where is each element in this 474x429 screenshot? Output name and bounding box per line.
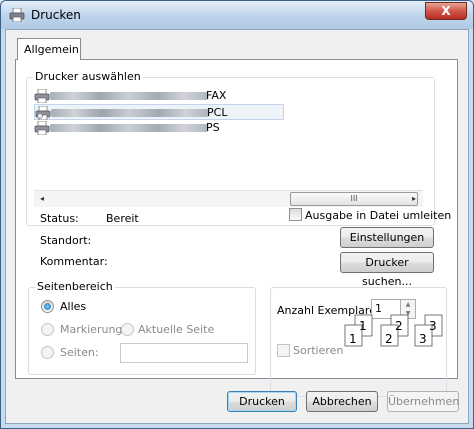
- collate-page-num: 2: [385, 332, 393, 346]
- status-value: Bereit: [106, 212, 139, 225]
- printer-icon: [35, 106, 51, 120]
- radio-current-page-label[interactable]: Aktuelle Seite: [138, 323, 214, 336]
- tab-general-label: Allgemein: [24, 43, 79, 56]
- printer-icon: [9, 8, 25, 22]
- scroll-right-icon[interactable]: ▸: [406, 191, 422, 207]
- printer-name-redacted: [50, 124, 208, 132]
- printer-name-suffix: PCL: [207, 106, 228, 119]
- radio-current-page[interactable]: [121, 323, 134, 336]
- radio-all-label[interactable]: Alles: [60, 300, 86, 313]
- collate-pages-icon: 1 1 2 2 3 3: [344, 314, 443, 347]
- printer-item-ps[interactable]: PS: [34, 120, 284, 136]
- collate-page-num: 3: [429, 319, 437, 333]
- window-title: Drucken: [31, 8, 81, 22]
- collate-checkbox[interactable]: [277, 344, 290, 357]
- collate-page-num: 3: [419, 332, 427, 346]
- dialog-body: Allgemein Drucker auswählen FAX PCL PS ◂…: [5, 29, 469, 424]
- radio-selection[interactable]: [41, 323, 54, 336]
- comment-label: Kommentar:: [40, 255, 108, 268]
- printer-item-pcl[interactable]: PCL: [34, 104, 284, 120]
- page-range-group-label: Seitenbereich: [35, 280, 115, 293]
- spin-up-icon[interactable]: ▲: [401, 300, 415, 309]
- radio-selection-label[interactable]: Markierung: [60, 323, 122, 336]
- title-bar[interactable]: Drucken: [1, 1, 473, 29]
- print-to-file-label[interactable]: Ausgabe in Datei umleiten: [305, 209, 451, 222]
- printer-select-group-label: Drucker auswählen: [33, 70, 143, 83]
- location-label: Standort:: [40, 234, 92, 247]
- radio-pages-label[interactable]: Seiten:: [60, 346, 99, 359]
- status-label: Status:: [40, 212, 79, 225]
- close-button[interactable]: X: [425, 2, 467, 20]
- radio-all[interactable]: [41, 300, 54, 313]
- close-icon: X: [441, 4, 451, 18]
- collate-page-num: 1: [359, 319, 367, 333]
- print-dialog-window: Drucken X Allgemein Drucker auswählen FA…: [0, 0, 474, 429]
- pages-input[interactable]: [120, 343, 248, 363]
- apply-button[interactable]: Übernehmen: [387, 391, 459, 412]
- printer-name-redacted: [50, 92, 208, 100]
- collate-label: Sortieren: [293, 344, 344, 357]
- printer-select-group: Drucker auswählen FAX PCL PS ◂ III ▸: [26, 70, 435, 226]
- collate-page-num: 2: [395, 319, 403, 333]
- cancel-button[interactable]: Abbrechen: [306, 391, 378, 412]
- printer-name-suffix: FAX: [206, 89, 227, 102]
- collate-page-num: 1: [349, 332, 357, 346]
- page-range-group: Seitenbereich Alles Markierung Aktuelle …: [28, 280, 256, 375]
- tab-general[interactable]: Allgemein: [17, 38, 81, 60]
- printer-item-fax[interactable]: FAX: [34, 88, 284, 104]
- printer-list-scrollbar[interactable]: ◂ III ▸: [34, 190, 423, 207]
- print-to-file-checkbox[interactable]: [289, 208, 302, 221]
- printer-icon: [34, 89, 50, 103]
- find-printer-button[interactable]: Drucker suchen...: [340, 252, 434, 288]
- printer-icon: [34, 121, 50, 135]
- printer-name-suffix: PS: [206, 121, 220, 134]
- printer-name-redacted: [51, 109, 209, 117]
- radio-pages[interactable]: [41, 346, 54, 359]
- scroll-thumb[interactable]: III: [290, 192, 418, 206]
- print-button[interactable]: Drucken: [227, 391, 297, 412]
- settings-button[interactable]: Einstellungen: [340, 227, 434, 248]
- scroll-left-icon[interactable]: ◂: [34, 191, 50, 207]
